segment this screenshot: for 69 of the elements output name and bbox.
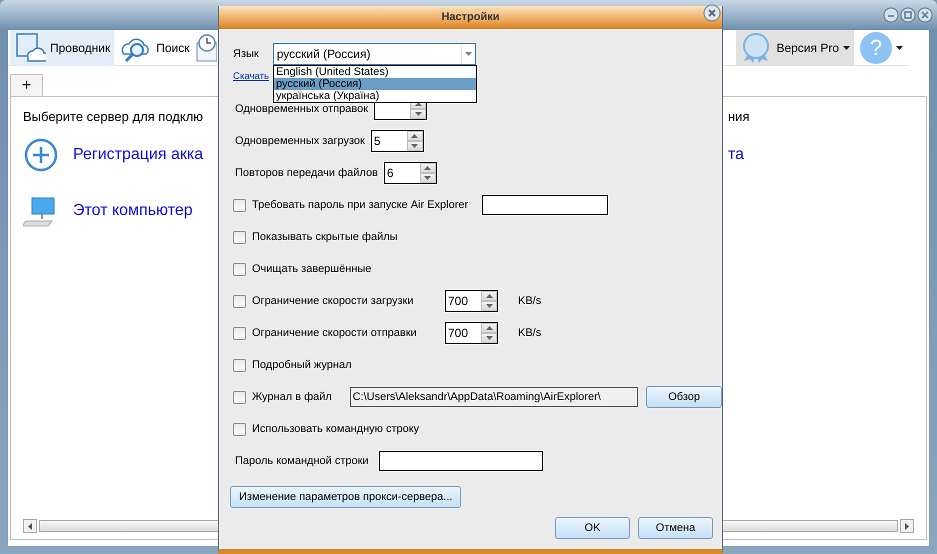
scroll-right-button[interactable] (900, 519, 914, 533)
field-label: Пароль командной строки (235, 456, 369, 466)
password-field[interactable] (378, 451, 543, 471)
server-link[interactable]: та (728, 142, 744, 166)
field-label: Использовать командную строку (252, 424, 420, 434)
field-label: Ограничение скорости загрузки (252, 296, 414, 306)
cancel-button[interactable]: Отмена (638, 517, 713, 539)
tab[interactable]: + (10, 74, 43, 96)
cloud-document-icon (14, 32, 46, 64)
field-label: Показывать скрытые файлы (252, 232, 398, 242)
spin-up-icon (486, 326, 492, 330)
spin-down-icon (411, 144, 418, 148)
arrow-left-icon (28, 522, 32, 530)
spin-up-icon (486, 294, 492, 298)
toolbar-button[interactable]: Версия Pro (736, 30, 854, 66)
proxy-settings-button[interactable]: Изменение параметров прокси-сервера... (230, 486, 462, 508)
window-controls-icon[interactable] (883, 6, 933, 24)
checkbox[interactable] (233, 262, 246, 276)
dialog-title: Настройки (441, 10, 500, 26)
spin-down-icon (414, 112, 422, 116)
clock-calendar-icon (195, 32, 218, 62)
prompt-text: ния (728, 108, 750, 126)
checkbox[interactable] (233, 358, 246, 372)
number-spinner[interactable]: 700 (445, 290, 498, 312)
caret-icon (464, 52, 472, 56)
dropdown-option[interactable]: English (United States) (274, 66, 476, 78)
unit-label: KB/s (518, 294, 542, 309)
field-label: Подробный журнал (252, 360, 352, 370)
toolbar-button[interactable]: Проводник (10, 30, 114, 66)
dropdown-option[interactable]: українська (Україна) (274, 90, 476, 102)
download-link[interactable]: Скачать (233, 70, 270, 84)
checkbox[interactable] (233, 390, 246, 404)
checkbox[interactable] (233, 198, 246, 212)
spin-down-icon (486, 336, 492, 340)
unit-label: KB/s (518, 326, 542, 341)
arrow-right-icon (905, 522, 909, 530)
field-label: Одновременных загрузок (235, 136, 365, 146)
browse-button[interactable]: Обзор (646, 386, 722, 408)
close-icon[interactable] (703, 4, 721, 22)
server-link[interactable]: Этот компьютер (73, 198, 193, 222)
password-field[interactable] (482, 195, 608, 215)
dropdown-option[interactable]: русский (Россия) (274, 78, 476, 90)
checkbox[interactable] (233, 326, 246, 340)
toolbar-button[interactable]: Поиск (116, 30, 194, 66)
checkbox[interactable] (233, 230, 246, 244)
spin-up-icon (411, 134, 418, 138)
spin-down-icon (424, 176, 432, 180)
prompt-text: Выберите сервер для подклю (23, 108, 204, 126)
checkbox[interactable] (233, 422, 246, 436)
language-dropdown[interactable]: русский (Россия) (272, 43, 476, 65)
field-label: Журнал в файл (252, 392, 333, 402)
help-icon: ? (860, 32, 892, 64)
path-field[interactable]: C:\Users\Aleksandr\AppData\Roaming\AirExplorer\ (350, 387, 638, 407)
checkbox[interactable] (233, 294, 246, 308)
add-icon (23, 136, 59, 172)
number-spinner[interactable]: 700 (445, 322, 498, 344)
server-link[interactable]: Регистрация акка (73, 142, 204, 166)
number-spinner[interactable]: 6 (384, 162, 437, 184)
spin-up-icon (424, 166, 432, 170)
field-label: Ограничение скорости отправки (252, 328, 418, 338)
field-label: Повторов передачи файлов (235, 168, 378, 178)
number-spinner[interactable]: 5 (370, 130, 424, 152)
spin-down-icon (486, 304, 492, 308)
scroll-left-button[interactable] (23, 519, 37, 533)
language-label: Язык (233, 46, 259, 62)
field-label: Требовать пароль при запуске Air Explorer (252, 200, 468, 210)
field-label: Очищать завершённые (252, 264, 372, 274)
field-label: Одновременных отправок (235, 104, 368, 114)
ok-button[interactable]: OK (555, 517, 630, 539)
